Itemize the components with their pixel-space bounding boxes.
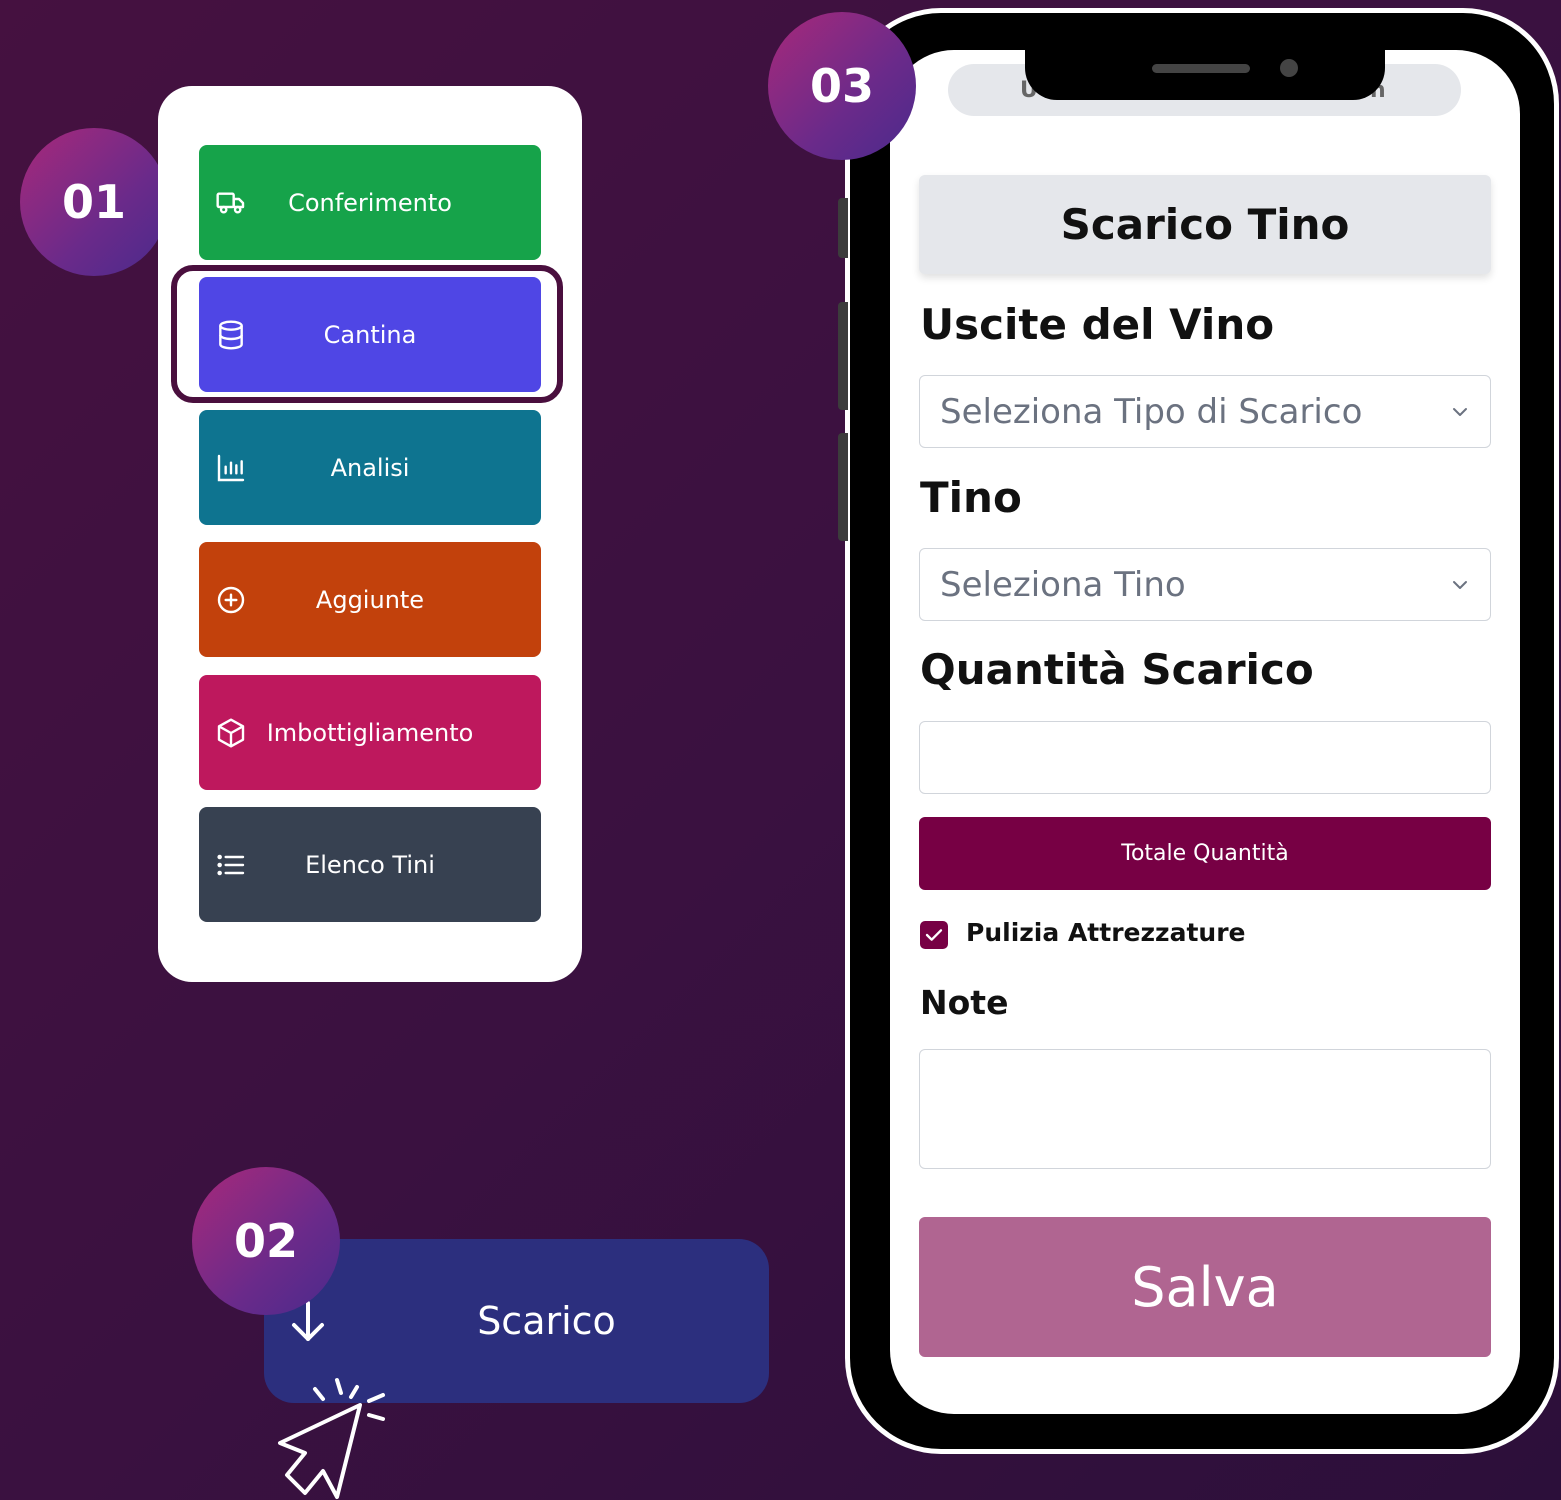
step-badge-03: 03 [768, 12, 916, 160]
select-placeholder: Seleziona Tipo di Scarico [940, 391, 1363, 432]
menu-item-label: Aggiunte [315, 585, 425, 614]
checkbox-label: Pulizia Attrezzature [966, 918, 1246, 947]
camera-icon [1280, 59, 1298, 77]
bar-chart-icon [217, 454, 245, 481]
check-icon [925, 929, 943, 941]
speaker-icon [1152, 64, 1250, 73]
menu-item-label: Elenco Tini [305, 850, 435, 879]
menu-item-analisi[interactable]: Analisi [199, 410, 541, 525]
section-heading-quantita: Quantità Scarico [920, 645, 1314, 694]
phone-notch [1025, 48, 1385, 100]
note-label: Note [920, 983, 1009, 1022]
section-heading-uscite: Uscite del Vino [920, 300, 1275, 349]
menu-item-label: Imbottigliamento [266, 718, 474, 747]
page-title: Scarico Tino [919, 175, 1491, 274]
phone-side-button [838, 433, 848, 541]
quantita-input[interactable] [919, 721, 1491, 794]
note-textarea[interactable] [919, 1049, 1491, 1169]
menu-item-conferimento[interactable]: Conferimento [199, 145, 541, 260]
box-icon [217, 717, 245, 748]
list-icon [217, 854, 245, 875]
tipo-scarico-select[interactable]: Seleziona Tipo di Scarico [919, 375, 1491, 448]
phone-side-button [838, 302, 848, 410]
tino-select[interactable]: Seleziona Tino [919, 548, 1491, 621]
section-heading-tino: Tino [920, 473, 1022, 522]
chevron-down-icon [1453, 408, 1467, 416]
selection-highlight [171, 265, 563, 403]
menu-item-label: Conferimento [288, 188, 452, 217]
menu-item-label: Analisi [330, 453, 410, 482]
plus-circle-icon [217, 586, 245, 613]
menu-item-elenco-tini[interactable]: Elenco Tini [199, 807, 541, 922]
select-placeholder: Seleziona Tino [940, 564, 1186, 605]
step-badge-02: 02 [192, 1167, 340, 1315]
truck-icon [216, 191, 245, 214]
menu-card: Conferimento Cantina Analisi Aggiunte Im… [158, 86, 582, 982]
phone-side-button [838, 198, 848, 258]
totale-quantita-button[interactable]: Totale Quantità [919, 817, 1491, 890]
chevron-down-icon [1453, 581, 1467, 589]
pulizia-checkbox[interactable] [920, 921, 948, 949]
save-button[interactable]: Salva [919, 1217, 1491, 1357]
menu-item-imbottigliamento[interactable]: Imbottigliamento [199, 675, 541, 790]
pointer-cursor-icon [278, 1378, 385, 1499]
menu-item-aggiunte[interactable]: Aggiunte [199, 542, 541, 657]
step-badge-01: 01 [20, 128, 168, 276]
